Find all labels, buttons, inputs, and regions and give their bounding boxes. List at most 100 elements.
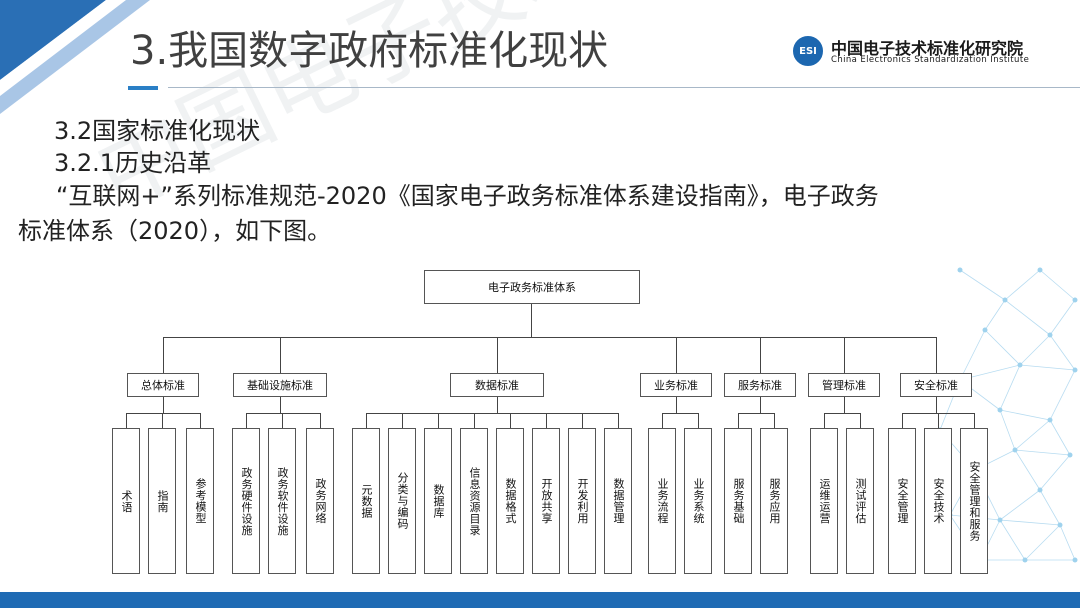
network-node bbox=[1067, 452, 1073, 458]
connector-line bbox=[126, 413, 201, 414]
standard-leaf-node: 分类与编码 bbox=[388, 428, 416, 574]
network-node bbox=[1047, 417, 1053, 423]
standard-leaf-node: 测试评估 bbox=[846, 428, 874, 574]
standard-leaf-node: 参考模型 bbox=[186, 428, 214, 574]
network-link bbox=[1039, 489, 1061, 526]
connector-line bbox=[936, 397, 937, 413]
connector-line bbox=[902, 413, 903, 428]
root-node: 电子政务标准体系 bbox=[424, 270, 640, 304]
connector-line bbox=[760, 337, 761, 373]
standard-leaf-node: 政务软件设施 bbox=[268, 428, 296, 574]
subsection-heading: 3.2.1历史沿革 bbox=[54, 149, 212, 177]
standard-leaf-node: 政务网络 bbox=[306, 428, 334, 574]
logo-name-en: China Electronics Standardization Instit… bbox=[831, 55, 1030, 65]
connector-line bbox=[246, 413, 321, 414]
esi-badge-icon: ESI bbox=[793, 36, 823, 66]
connector-line bbox=[474, 413, 475, 428]
network-link bbox=[1039, 454, 1071, 491]
category-node: 数据标准 bbox=[450, 373, 544, 397]
connector-line bbox=[546, 413, 547, 428]
connector-line bbox=[738, 413, 739, 428]
connector-line bbox=[662, 413, 699, 414]
connector-line bbox=[510, 413, 511, 428]
network-graphic bbox=[937, 267, 1078, 563]
connector-line bbox=[582, 413, 583, 428]
network-link bbox=[1049, 419, 1071, 456]
header-divider bbox=[168, 87, 1080, 88]
standard-leaf-node: 术语 bbox=[112, 428, 140, 574]
network-link bbox=[1004, 269, 1041, 301]
network-link bbox=[1019, 364, 1076, 371]
standard-leaf-node: 服务基础 bbox=[724, 428, 752, 574]
standard-leaf-node: 数据库 bbox=[424, 428, 452, 574]
standard-leaf-node: 运维运营 bbox=[810, 428, 838, 574]
connector-line bbox=[126, 413, 127, 428]
standard-leaf-node: 业务流程 bbox=[648, 428, 676, 574]
network-node bbox=[1072, 297, 1078, 303]
connector-line bbox=[698, 413, 699, 428]
network-link bbox=[1049, 299, 1076, 336]
network-link bbox=[1024, 524, 1061, 561]
institute-logo: ESI 中国电子技术标准化研究院 China Electronics Stand… bbox=[793, 34, 1043, 74]
network-link bbox=[999, 409, 1016, 451]
connector-line bbox=[774, 413, 775, 428]
connector-line bbox=[662, 413, 663, 428]
connector-line bbox=[760, 397, 761, 413]
network-link bbox=[999, 489, 1041, 521]
standard-leaf-node: 开放共享 bbox=[532, 428, 560, 574]
connector-line bbox=[676, 337, 677, 373]
network-link bbox=[984, 299, 1006, 331]
network-link bbox=[999, 409, 1051, 421]
connector-line bbox=[402, 413, 403, 428]
network-node bbox=[997, 517, 1003, 523]
category-node: 管理标准 bbox=[808, 373, 880, 397]
connector-line bbox=[844, 337, 845, 373]
standard-leaf-node: 元数据 bbox=[352, 428, 380, 574]
connector-line bbox=[246, 413, 247, 428]
standard-leaf-node: 数据格式 bbox=[496, 428, 524, 574]
connector-line bbox=[200, 413, 201, 428]
network-node bbox=[1047, 332, 1053, 338]
standard-leaf-node: 安全管理和服务 bbox=[960, 428, 988, 574]
network-link bbox=[1014, 449, 1041, 491]
connector-line bbox=[936, 337, 937, 373]
connector-line bbox=[497, 337, 498, 373]
standard-leaf-node: 数据管理 bbox=[604, 428, 632, 574]
title-underline bbox=[128, 86, 158, 90]
network-node bbox=[1012, 447, 1018, 453]
network-node bbox=[1072, 367, 1078, 373]
network-link bbox=[1049, 369, 1076, 421]
category-node: 基础设施标准 bbox=[233, 373, 327, 397]
network-link bbox=[1014, 419, 1051, 451]
network-node bbox=[997, 407, 1003, 413]
bottom-bar bbox=[0, 592, 1080, 608]
standard-leaf-node: 开发利用 bbox=[568, 428, 596, 574]
network-link bbox=[959, 269, 1006, 301]
network-link bbox=[1059, 524, 1076, 561]
connector-line bbox=[738, 413, 775, 414]
network-link bbox=[1039, 269, 1076, 301]
connector-line bbox=[618, 413, 619, 428]
connector-line bbox=[320, 413, 321, 428]
connector-line bbox=[280, 337, 281, 373]
network-node bbox=[1022, 557, 1028, 563]
network-node bbox=[982, 327, 988, 333]
network-node bbox=[1037, 267, 1043, 273]
category-node: 服务标准 bbox=[724, 373, 796, 397]
connector-line bbox=[163, 337, 164, 373]
connector-line bbox=[366, 413, 367, 428]
standard-leaf-node: 政务硬件设施 bbox=[232, 428, 260, 574]
connector-line bbox=[974, 413, 975, 428]
standard-leaf-node: 信息资源目录 bbox=[460, 428, 488, 574]
connector-line bbox=[438, 413, 439, 428]
connector-line bbox=[162, 413, 163, 428]
connector-line bbox=[497, 397, 498, 413]
network-link bbox=[1004, 299, 1051, 336]
standard-leaf-node: 服务应用 bbox=[760, 428, 788, 574]
connector-line bbox=[844, 397, 845, 413]
network-node bbox=[957, 267, 963, 273]
connector-line bbox=[282, 413, 283, 428]
category-node: 业务标准 bbox=[640, 373, 712, 397]
body-text-line1: “互联网+”系列标准规范-2020《国家电子政务标准体系建设指南》，电子政务 bbox=[56, 182, 879, 210]
network-link bbox=[984, 329, 1021, 366]
